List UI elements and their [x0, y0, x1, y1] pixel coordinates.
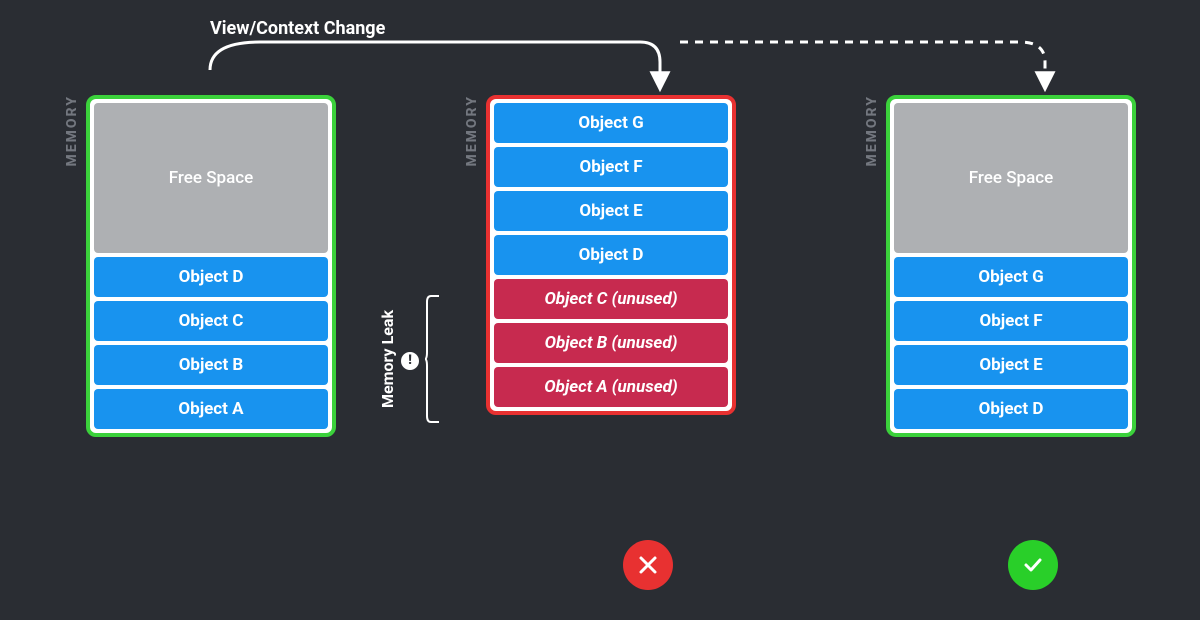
memory-leaked: MEMORY Object G Object F Object E Object… — [464, 95, 736, 415]
leaked-slot: Object C (unused) — [494, 279, 728, 319]
memory-label: MEMORY — [864, 95, 880, 171]
memory-label: MEMORY — [464, 95, 480, 171]
memory-label: MEMORY — [64, 95, 80, 171]
object-slot: Object F — [494, 147, 728, 187]
object-slot: Object A — [94, 389, 328, 429]
memory-before: MEMORY Free Space Object D Object C Obje… — [64, 95, 336, 437]
bracket-icon — [425, 294, 443, 424]
object-slot: Object D — [494, 235, 728, 275]
memory-leak-annotation: Memory Leak ! — [378, 291, 443, 426]
good-badge — [1008, 540, 1058, 590]
object-slot: Object C — [94, 301, 328, 341]
bad-badge — [623, 540, 673, 590]
memory-box-before: Free Space Object D Object C Object B Ob… — [86, 95, 336, 437]
object-slot: Object B — [94, 345, 328, 385]
arrow-label: View/Context Change — [210, 18, 385, 39]
leaked-slot: Object A (unused) — [494, 367, 728, 407]
object-slot: Object D — [94, 257, 328, 297]
memory-box-leak: Object G Object F Object E Object D Obje… — [486, 95, 736, 415]
object-slot: Object G — [494, 103, 728, 143]
close-icon — [636, 553, 660, 577]
diagram-columns: MEMORY Free Space Object D Object C Obje… — [0, 95, 1200, 525]
memory-after: MEMORY Free Space Object G Object F Obje… — [864, 95, 1136, 437]
memory-leak-label: Memory Leak — [378, 310, 397, 408]
object-slot: Object G — [894, 257, 1128, 297]
object-slot: Object D — [894, 389, 1128, 429]
warning-icon: ! — [401, 352, 419, 370]
object-slot: Object F — [894, 301, 1128, 341]
leaked-slot: Object B (unused) — [494, 323, 728, 363]
free-space: Free Space — [894, 103, 1128, 253]
memory-box-after: Free Space Object G Object F Object E Ob… — [886, 95, 1136, 437]
object-slot: Object E — [894, 345, 1128, 385]
free-space: Free Space — [94, 103, 328, 253]
object-slot: Object E — [494, 191, 728, 231]
check-icon — [1021, 553, 1045, 577]
